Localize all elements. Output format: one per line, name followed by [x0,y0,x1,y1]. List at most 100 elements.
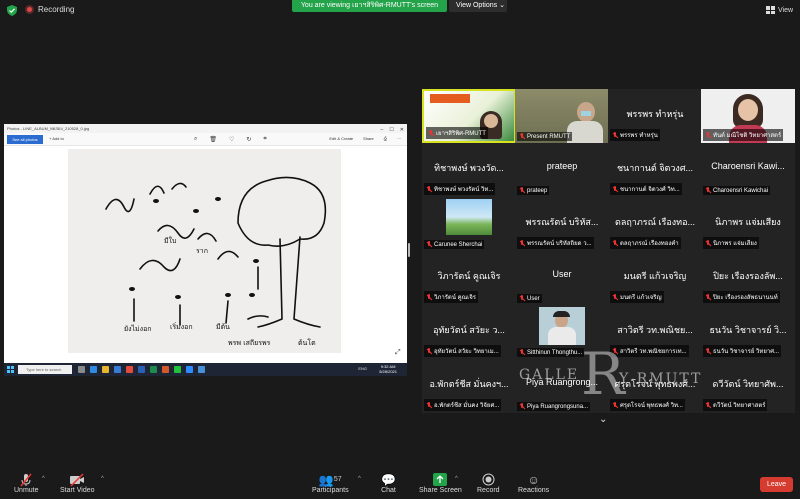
mic-muted-icon [426,241,432,248]
participant-tile[interactable]: prateep prateep [515,143,609,197]
print-icon[interactable]: ⎙ [384,136,387,141]
participant-tile[interactable]: Present RMUTT [515,89,609,143]
participant-tile[interactable]: อ.พักตร์ชีส มั่นคงฯ... อ.พักตร์ชีส มั่นคง… [422,359,516,413]
crop-icon[interactable]: ⌗ [263,136,266,143]
folder-icon[interactable] [102,366,109,373]
participant-caption: นิภาพร แจ่มเสียง [703,237,759,249]
participant-display-name: Charoensri Kawi... [711,161,785,171]
photos-app-icon[interactable] [198,366,205,373]
photo-toolbar-right: Edit & Create Share ⎙ ⋯ [329,136,401,141]
mic-muted-icon [612,293,618,301]
participant-caption: พรรพร ทำหรุ่น [610,129,660,141]
video-options-caret[interactable]: ^ [101,476,104,482]
participant-tile[interactable]: มนตรี แก้วเจริญ มนตรี แก้วเจริญ [608,251,702,305]
participant-name: สาวิตรี วท.พณิชยการเท... [620,349,687,355]
mic-muted-icon [428,129,434,137]
participant-tile[interactable]: ทันต์ มณีโชติ วิทยาศาสตร์ [701,89,795,143]
zoom-icon[interactable]: ⌕ [194,136,197,143]
participant-tile[interactable]: Carunee Sherchai [422,197,516,251]
drawing-label: มีใบ [164,236,176,245]
participant-caption: เยาฯสิริพิศ-RMUTT [426,127,488,139]
participant-tile[interactable]: พรรณรัตน์ บริหัส... พรรณรัตน์ บริหัสถิยด … [515,197,609,251]
participants-caret[interactable]: ^ [358,476,361,482]
chrome-icon[interactable] [126,366,133,373]
fullscreen-icon[interactable]: ⤢ [395,349,401,357]
delete-icon[interactable]: 🗑 [209,136,217,143]
participant-name: ธนวัน วิชาจารย์ วิทยาศ... [713,349,780,355]
participant-caption: ดลฤาภรณ์ เรืองทองคำ [610,237,681,249]
participant-display-name: อุทัยวัตน์ สวัยะ ว... [433,325,505,335]
zoom-app-icon[interactable] [186,366,193,373]
tray-language[interactable]: ENG [358,366,367,371]
unmute-button[interactable]: Unmute [14,472,39,494]
windows-start-icon[interactable] [7,366,14,373]
add-to-button[interactable]: + Add to [49,136,64,141]
participant-name: พรรพร ทำหรุ่น [620,133,658,139]
mic-muted-icon [519,239,525,247]
audio-options-caret[interactable]: ^ [42,476,45,482]
participant-tile[interactable]: User User [515,251,609,305]
participant-caption: ทันต์ มณีโชติ วิทยาศาสตร์ [703,129,784,141]
more-icon[interactable]: ⋯ [397,136,401,141]
participant-caption: พรรณรัตน์ บริหัสถิยด ว... [517,237,594,249]
participant-tile[interactable]: พรรพร ทำหรุ่น พรรพร ทำหรุ่น [608,89,702,143]
start-video-button[interactable]: Start Video [60,472,95,494]
mic-muted-icon [612,185,618,193]
participant-name: prateep [527,187,548,194]
participant-caption: ทิชาพงษ์ พวงรัตน์ วิท... [424,183,496,195]
participant-tile[interactable]: นิภาพร แจ่มเสียง นิภาพร แจ่มเสียง [701,197,795,251]
store-icon[interactable] [114,366,121,373]
line-icon[interactable] [174,366,181,373]
participant-tile[interactable]: วิภารัตน์ คูณเจิร วิภารัตน์ คูณเจิร [422,251,516,305]
record-button[interactable]: Record [477,472,500,494]
participant-caption: prateep [517,186,550,195]
taskbar-clock[interactable]: 9:32 AM 5/28/2021 [379,364,397,374]
gallery-next-page-icon[interactable]: ⌄ [599,414,607,425]
reactions-button[interactable]: ☺ Reactions [518,472,549,495]
favorite-icon[interactable]: ♡ [229,136,234,143]
share-options-caret[interactable]: ^ [455,476,458,482]
participant-display-name: วิภารัตน์ คูณเจิร [437,271,501,281]
powerpoint-icon[interactable] [162,366,169,373]
participant-caption: วิภารัตน์ คูณเจิร [424,291,478,303]
leave-button[interactable]: Leave [760,477,793,492]
participant-tile[interactable]: Charoensri Kawi... Charoensri Kawichai [701,143,795,197]
share-button[interactable]: Share [363,136,374,141]
task-view-icon[interactable] [78,366,85,373]
chat-button[interactable]: 💬 Chat [381,472,396,495]
participant-tile[interactable]: ดวีวัตน์ วิทยาศัพ... ดวีวัตน์ วิทยาศาสตร์ [701,359,795,413]
participant-tile[interactable]: ปิยะ เรืองรองลัพ... ปิยะ เรืองรองลัพธนานน… [701,251,795,305]
zoom-meeting-window: Recording You are viewing เยาฯสิริพิศ-RM… [0,0,800,499]
view-options-button[interactable]: View Options ⌄ [449,0,507,12]
edit-create-button[interactable]: Edit & Create [329,136,353,141]
drawing-label: เริ่มงอก [170,322,193,331]
mic-muted-icon [519,403,525,410]
participant-tile[interactable]: เยาฯสิริพิศ-RMUTT [422,89,516,143]
participant-display-name: ดลฤาภรณ์ เรืองทอ... [614,217,696,227]
participant-caption: อุทัยวัตน์ สวัยะ วิทยาเม... [424,345,501,357]
participant-tile[interactable]: ทิชาพงษ์ พวงวัด... ทิชาพงษ์ พวงรัตน์ วิท.… [422,143,516,197]
record-dot-icon [25,5,34,14]
participant-tile[interactable]: ชนากานต์ จิตวงศ... ชนากานต์ จิตวงศ์ วิท..… [608,143,702,197]
shared-screen[interactable]: Photos - LINE_ALBUM_ทดสอบ_210528_0.jpg –… [4,124,407,376]
edge-icon[interactable] [90,366,97,373]
rotate-icon[interactable]: ↻ [246,136,251,143]
participant-display-name: ชนากานต์ จิตวงศ... [616,163,694,173]
drawing-label: ยังไม่งอก [124,324,152,333]
participant-caption: มนตรี แก้วเจริญ [610,291,664,303]
participant-tile[interactable]: ธนวัน วิชาจารย์ วิ... ธนวัน วิชาจารย์ วิท… [701,305,795,359]
participants-button[interactable]: 👥 57 Participants [312,472,349,495]
excel-icon[interactable] [150,366,157,373]
word-icon[interactable] [138,366,145,373]
split-view-handle[interactable] [408,243,410,257]
top-bar: Recording You are viewing เยาฯสิริพิศ-RM… [0,0,800,22]
participant-tile[interactable]: ดลฤาภรณ์ เรืองทอ... ดลฤาภรณ์ เรืองทองคำ [608,197,702,251]
mic-muted-icon [519,295,525,302]
taskbar-search[interactable]: Type here to search [18,365,72,374]
participant-display-name: สาวิตรี วท.พณิชย... [617,325,693,335]
see-all-photos-button[interactable]: See all photos [7,135,43,144]
recording-indicator[interactable]: Recording [25,5,74,14]
view-button[interactable]: View [766,6,793,14]
participant-tile[interactable]: อุทัยวัตน์ สวัยะ ว... อุทัยวัตน์ สวัยะ วิ… [422,305,516,359]
shield-icon[interactable] [7,5,17,16]
